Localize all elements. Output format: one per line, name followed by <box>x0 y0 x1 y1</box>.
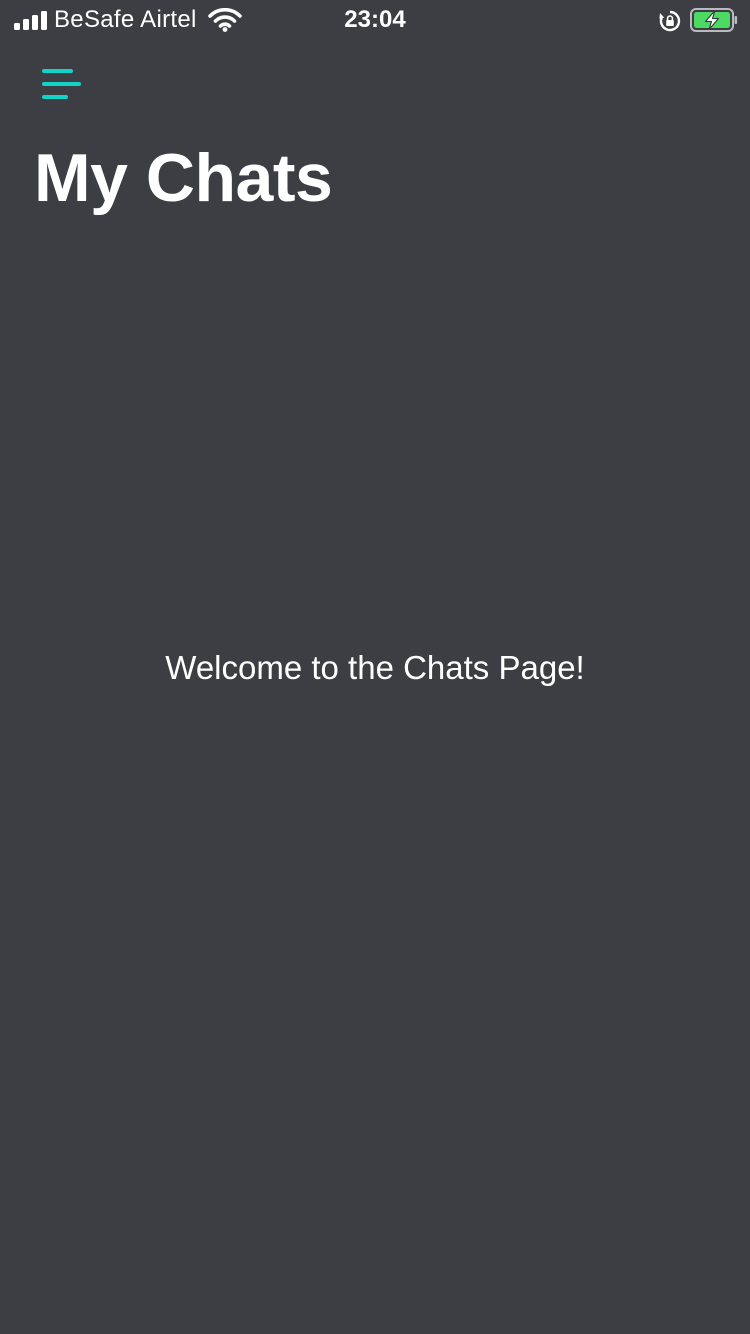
battery-icon <box>690 8 738 32</box>
page-title: My Chats <box>34 140 333 216</box>
status-bar: BeSafe Airtel 23:04 <box>0 0 750 40</box>
welcome-message: Welcome to the Chats Page! <box>165 649 585 686</box>
status-time: 23:04 <box>344 6 406 33</box>
rotation-lock-icon <box>659 10 681 32</box>
hamburger-menu-icon[interactable] <box>36 62 88 106</box>
